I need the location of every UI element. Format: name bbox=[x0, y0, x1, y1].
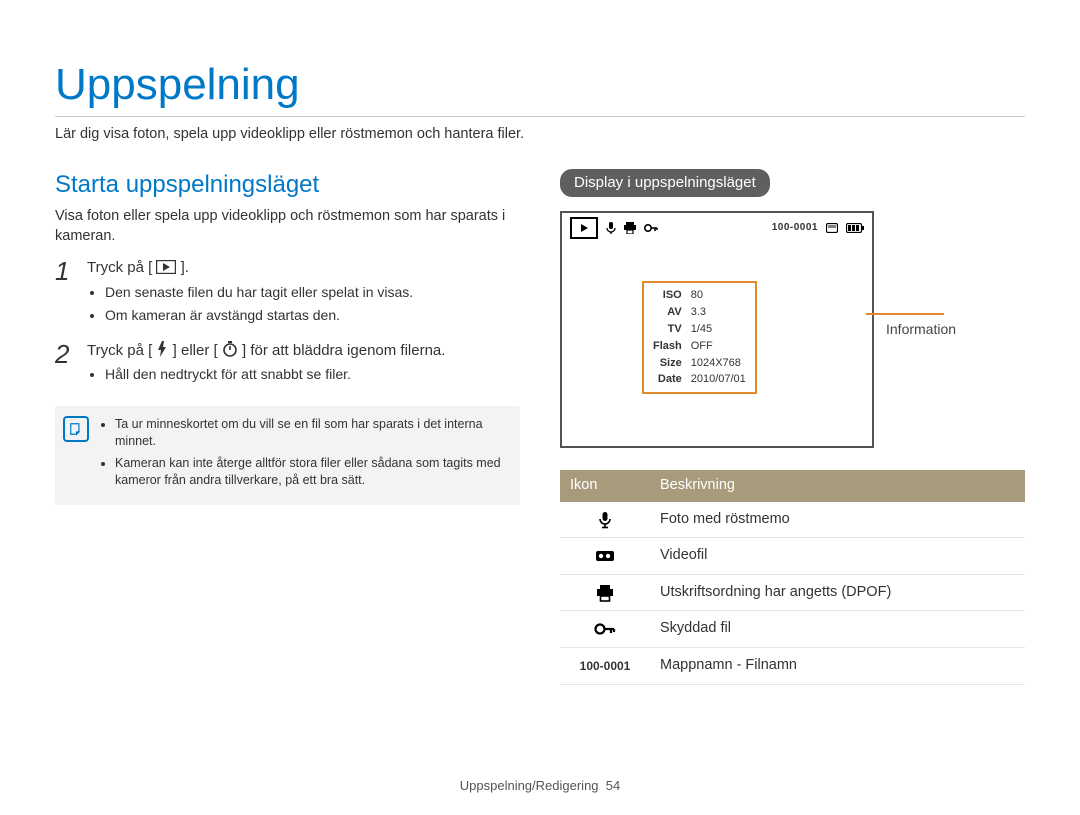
flash-icon bbox=[156, 341, 168, 357]
table-head-icon: Ikon bbox=[560, 470, 650, 502]
info-tv: 1/45 bbox=[690, 321, 747, 338]
table-row: 100-0001 Mappnamn - Filnamn bbox=[560, 648, 1025, 685]
step-2-bullet: Håll den nedtryckt för att snabbt se fil… bbox=[105, 365, 520, 384]
table-cell-desc: Videofil bbox=[650, 538, 1025, 575]
folder-file-counter: 100-0001 bbox=[772, 221, 818, 235]
step-2-pre: Tryck på [ bbox=[87, 342, 152, 359]
step-2-post: ] för att bläddra igenom filerna. bbox=[242, 342, 445, 359]
icon-description-table: Ikon Beskrivning Foto med röstmemo bbox=[560, 470, 1025, 684]
voice-memo-icon bbox=[606, 222, 616, 234]
table-row: Foto med röstmemo bbox=[560, 502, 1025, 538]
footer-section: Uppspelning/Redigering bbox=[460, 778, 599, 793]
step-1-bullet: Om kameran är avstängd startas den. bbox=[105, 306, 520, 325]
table-row: Skyddad fil bbox=[560, 611, 1025, 648]
chapter-title: Uppspelning bbox=[55, 55, 1025, 117]
battery-icon bbox=[846, 223, 864, 233]
step-2-text: Tryck på [ ] eller [ ] för att bläddra i… bbox=[87, 341, 520, 361]
note-icon bbox=[63, 416, 89, 442]
camera-display: 100-0001 ISO80 bbox=[560, 211, 874, 448]
table-head-desc: Beskrivning bbox=[650, 470, 1025, 502]
info-flash: OFF bbox=[690, 338, 747, 355]
step-number: 1 bbox=[55, 258, 77, 328]
step-number: 2 bbox=[55, 341, 77, 388]
printer-icon bbox=[624, 222, 636, 234]
info-box: ISO80 AV3.3 TV1/45 FlashOFF Size1024X768… bbox=[642, 281, 757, 394]
note-box: Ta ur minneskortet om du vill se en fil … bbox=[55, 406, 520, 506]
display-heading: Display i uppspelningsläget bbox=[560, 169, 770, 197]
info-iso: 80 bbox=[690, 287, 747, 304]
step-1: 1 Tryck på [ ]. Den senaste filen du har… bbox=[55, 258, 520, 328]
info-size: 1024X768 bbox=[690, 355, 747, 372]
table-row: Utskriftsordning har angetts (DPOF) bbox=[560, 574, 1025, 611]
memory-card-icon bbox=[826, 223, 838, 233]
printer-icon bbox=[570, 584, 640, 602]
note-item: Ta ur minneskortet om du vill se en fil … bbox=[115, 416, 506, 450]
table-cell-desc: Foto med röstmemo bbox=[650, 502, 1025, 538]
video-icon bbox=[570, 549, 640, 563]
step-2-mid: ] eller [ bbox=[173, 342, 218, 359]
table-cell-desc: Skyddad fil bbox=[650, 611, 1025, 648]
footer-page-number: 54 bbox=[606, 778, 620, 793]
step-2: 2 Tryck på [ ] eller [ ] för att bläddra… bbox=[55, 341, 520, 388]
info-leader-line bbox=[866, 313, 944, 315]
section-title-start: Starta uppspelningsläget bbox=[55, 169, 520, 201]
step-1-post: ]. bbox=[181, 259, 189, 276]
info-label: Information bbox=[886, 320, 956, 339]
lock-icon bbox=[570, 622, 640, 636]
timer-icon bbox=[222, 341, 238, 357]
step-1-bullet: Den senaste filen du har tagit eller spe… bbox=[105, 283, 520, 302]
table-row: Videofil bbox=[560, 538, 1025, 575]
info-date: 2010/07/01 bbox=[690, 371, 747, 388]
play-button-icon bbox=[156, 260, 176, 274]
table-cell-desc: Utskriftsordning har angetts (DPOF) bbox=[650, 574, 1025, 611]
page-footer: Uppspelning/Redigering 54 bbox=[0, 777, 1080, 795]
step-1-pre: Tryck på [ bbox=[87, 259, 152, 276]
note-item: Kameran kan inte återge alltför stora fi… bbox=[115, 455, 506, 489]
folder-file-icon-text: 100-0001 bbox=[560, 648, 650, 685]
table-cell-desc: Mappnamn - Filnamn bbox=[650, 648, 1025, 685]
info-av: 3.3 bbox=[690, 304, 747, 321]
lock-icon bbox=[644, 223, 658, 233]
voice-memo-icon bbox=[570, 511, 640, 529]
play-mode-icon bbox=[570, 217, 598, 239]
chapter-subtitle: Lär dig visa foton, spela upp videoklipp… bbox=[55, 125, 1025, 145]
step-1-text: Tryck på [ ]. bbox=[87, 258, 520, 278]
intro-text: Visa foton eller spela upp videoklipp oc… bbox=[55, 207, 520, 246]
